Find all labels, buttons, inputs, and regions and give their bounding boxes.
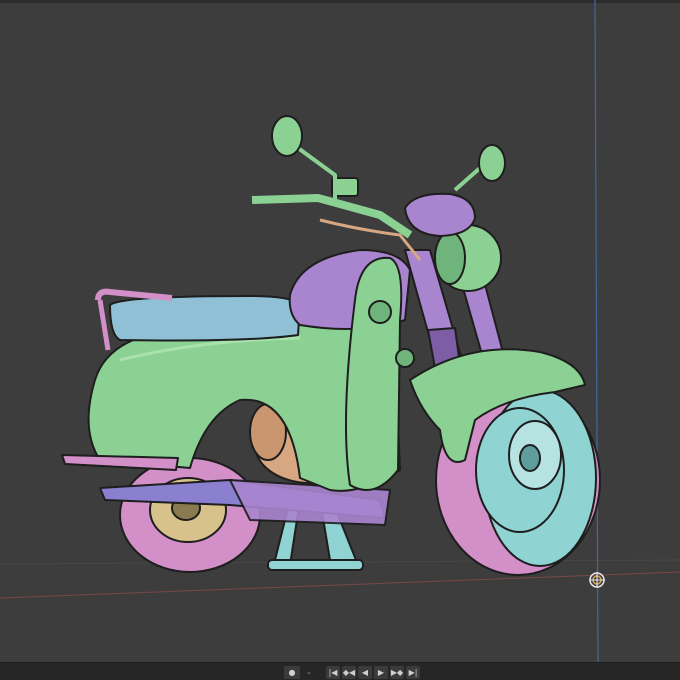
mirror-stem-right (453, 166, 482, 192)
front-hub (519, 444, 541, 472)
grab-rail-support (97, 299, 111, 351)
instrument-cluster (404, 192, 476, 237)
running-board (61, 454, 179, 471)
headlight-side (434, 231, 466, 285)
z-axis-line (594, 0, 599, 662)
shield-knob (368, 300, 392, 324)
play-icon[interactable]: ▶ (374, 665, 388, 679)
jump-start-icon[interactable]: |◀ (326, 665, 340, 679)
motorcycle-model (61, 115, 601, 576)
x-axis-line (0, 571, 680, 599)
play-reverse-icon[interactable]: ◀ (358, 665, 372, 679)
3d-viewport[interactable] (0, 0, 680, 662)
motorcycle-scene[interactable] (0, 0, 680, 662)
mirror-stem-left (296, 146, 337, 200)
seat (109, 295, 301, 342)
prev-keyframe-icon[interactable]: ◆◀ (342, 665, 356, 679)
mirror-left (271, 115, 303, 157)
shield-knob-lower (395, 348, 415, 368)
handlebar (251, 194, 413, 239)
next-keyframe-icon[interactable]: ▶◆ (390, 665, 404, 679)
playback-controls: ● ⌄ |◀ ◆◀ ◀ ▶ ▶◆ ▶| (284, 665, 420, 679)
stand-foot (267, 559, 364, 571)
chevron-down-icon[interactable]: ⌄ (302, 666, 316, 679)
timeline-bar: ● ⌄ |◀ ◆◀ ◀ ▶ ▶◆ ▶| (0, 662, 680, 680)
record-icon[interactable]: ● (284, 665, 300, 679)
jump-end-icon[interactable]: ▶| (406, 665, 420, 679)
origin-gizmo-icon[interactable] (589, 572, 605, 588)
mirror-right (478, 144, 506, 182)
